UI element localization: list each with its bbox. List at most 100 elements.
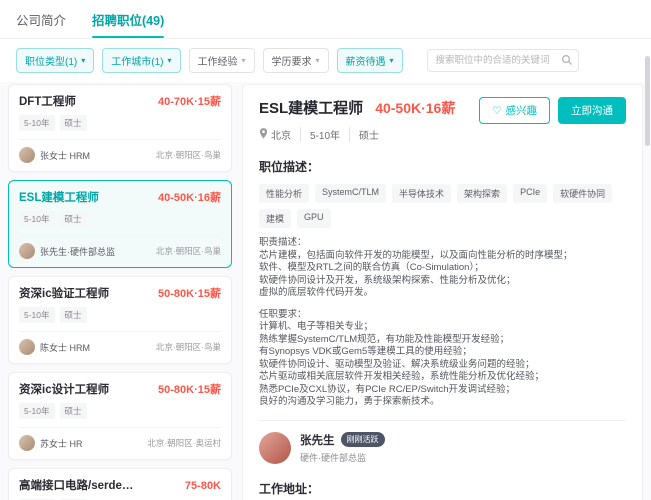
skill-tag: 性能分析 bbox=[259, 184, 309, 203]
detail-salary: 40-50K·16薪 bbox=[375, 98, 455, 118]
scrollbar-thumb[interactable] bbox=[645, 56, 650, 146]
filter-label: 学历要求 bbox=[272, 53, 312, 68]
job-location: 北京·朝阳区·鸟巢 bbox=[156, 341, 221, 353]
skill-tag: SystemC/TLM bbox=[315, 184, 386, 203]
scrollbar[interactable] bbox=[645, 36, 650, 498]
filter-label: 工作经验 bbox=[198, 53, 238, 68]
search-input[interactable] bbox=[427, 49, 579, 72]
contact-name: 张女士 HRM bbox=[40, 149, 90, 162]
job-title: 高端接口电路/serdes电路设计 bbox=[19, 477, 137, 493]
contact-name: 苏女士 HR bbox=[40, 437, 83, 450]
experience-tag: 5-10年 bbox=[19, 211, 55, 227]
degree-tag: 硕士 bbox=[60, 115, 87, 131]
job-title: 资深ic验证工程师 bbox=[19, 285, 109, 301]
job-salary: 40-70K·15薪 bbox=[158, 93, 221, 109]
avatar bbox=[19, 339, 35, 355]
filter-bar: 职位类型(1) ▾ 工作城市(1) ▾ 工作经验 ▾ 学历要求 ▾ 薪资待遇 ▾ bbox=[0, 39, 651, 82]
detail-head-left: ESL建模工程师 40-50K·16薪 北京 5-10年 硕士 bbox=[259, 97, 455, 142]
address-heading: 工作地址： bbox=[259, 480, 626, 497]
tab[interactable]: 公司简介 bbox=[16, 10, 66, 38]
content-area: DFT工程师 40-70K·15薪 5-10年 硕士 张女士 HRM 北京·朝阳… bbox=[0, 82, 651, 500]
page-title: ESL建模工程师 bbox=[259, 97, 363, 118]
chevron-down-icon: ▾ bbox=[316, 56, 320, 65]
recruiter-title: 硬件·硬件部总监 bbox=[300, 451, 385, 464]
job-card-footer: 张先生·硬件部总监 北京·朝阳区·鸟巢 bbox=[19, 235, 221, 259]
detail-meta: 北京 5-10年 硕士 bbox=[259, 127, 455, 142]
skill-tag: 架构探索 bbox=[457, 184, 507, 203]
description-line: 芯片驱动或相关底层软件开发相关经验，系统性能分析及优化经验； bbox=[259, 371, 626, 384]
job-card-tags: 5-10年 硕士 bbox=[19, 115, 221, 131]
job-detail-panel: ESL建模工程师 40-50K·16薪 北京 5-10年 硕士 ♡ bbox=[242, 84, 643, 500]
job-card[interactable]: 资深ic验证工程师 50-80K·15薪 5-10年 硕士 陈女士 HRM 北京… bbox=[8, 276, 232, 364]
interest-button[interactable]: ♡ 感兴趣 bbox=[479, 97, 550, 124]
skill-tag: PCIe bbox=[513, 184, 547, 203]
chat-button[interactable]: 立即沟通 bbox=[558, 97, 626, 124]
job-card-tags: 5-10年 硕士 bbox=[19, 403, 221, 419]
description-line: 熟悉PCIe及CXL协议，有PCIe RC/EP/Switch开发调试经验； bbox=[259, 384, 626, 397]
job-card-header: 高端接口电路/serdes电路设计 75-80K bbox=[19, 477, 221, 493]
avatar bbox=[19, 147, 35, 163]
avatar bbox=[19, 435, 35, 451]
job-card-header: DFT工程师 40-70K·15薪 bbox=[19, 93, 221, 109]
location-pin-icon bbox=[259, 128, 268, 142]
chevron-down-icon: ▾ bbox=[81, 56, 85, 65]
filter-dropdown[interactable]: 工作经验 ▾ bbox=[189, 48, 255, 73]
description-line: 良好的沟通及学习能力，勇于探索新技术。 bbox=[259, 396, 626, 409]
heart-icon: ♡ bbox=[492, 105, 501, 117]
description-line: 熟练掌握SystemC/TLM规范，有功能及性能模型开发经验； bbox=[259, 334, 626, 347]
filter-dropdown[interactable]: 薪资待遇 ▾ bbox=[337, 48, 403, 73]
description-line bbox=[259, 300, 626, 309]
filter-dropdown[interactable]: 学历要求 ▾ bbox=[263, 48, 329, 73]
job-location: 北京·朝阳区·奥运村 bbox=[147, 437, 221, 449]
job-card-header: 资深ic设计工程师 50-80K·15薪 bbox=[19, 381, 221, 397]
degree-tag: 硕士 bbox=[60, 211, 87, 227]
active-status-badge: 刚刚活跃 bbox=[341, 432, 385, 447]
filter-label: 职位类型(1) bbox=[25, 53, 77, 68]
recruiter-avatar bbox=[259, 432, 291, 464]
job-card-tags: 5-10年 硕士 bbox=[19, 211, 221, 227]
description-line: 计算机、电子等相关专业； bbox=[259, 321, 626, 334]
recruiter-row[interactable]: 张先生 刚刚活跃 硬件·硬件部总监 bbox=[259, 432, 626, 464]
job-card-footer: 张女士 HRM 北京·朝阳区·鸟巢 bbox=[19, 139, 221, 163]
interest-label: 感兴趣 bbox=[506, 103, 538, 118]
description-line: 软件、模型及RTL之间的联合仿真（Co-Simulation）； bbox=[259, 262, 626, 275]
job-card[interactable]: 高端接口电路/serdes电路设计 75-80K 5-10年 本科 饶先生·经理… bbox=[8, 468, 232, 500]
filter-label: 薪资待遇 bbox=[346, 53, 386, 68]
job-card-header: 资深ic验证工程师 50-80K·15薪 bbox=[19, 285, 221, 301]
experience-tag: 5-10年 bbox=[19, 307, 55, 323]
filter-dropdown[interactable]: 工作城市(1) ▾ bbox=[102, 48, 180, 73]
job-card-tags: 5-10年 硕士 bbox=[19, 307, 221, 323]
skill-tag: GPU bbox=[297, 209, 331, 228]
meta-degree: 硕士 bbox=[349, 127, 379, 142]
filter-dropdown[interactable]: 职位类型(1) ▾ bbox=[16, 48, 94, 73]
job-card[interactable]: ESL建模工程师 40-50K·16薪 5-10年 硕士 张先生·硬件部总监 北… bbox=[8, 180, 232, 268]
job-card[interactable]: 资深ic设计工程师 50-80K·15薪 5-10年 硕士 苏女士 HR 北京·… bbox=[8, 372, 232, 460]
chevron-down-icon: ▾ bbox=[167, 56, 171, 65]
description-line: 有Synopsys VDK或Gem5等建模工具的使用经验； bbox=[259, 346, 626, 359]
skill-tag: 软硬件协同 bbox=[553, 184, 612, 203]
search-box bbox=[427, 49, 579, 72]
description-heading: 职位描述： bbox=[259, 158, 626, 175]
divider bbox=[259, 420, 626, 421]
job-card-footer: 苏女士 HR 北京·朝阳区·奥运村 bbox=[19, 427, 221, 451]
meta-experience: 5-10年 bbox=[300, 127, 340, 142]
description-line: 芯片建模，包括面向软件开发的功能模型，以及面向性能分析的时序模型； bbox=[259, 250, 626, 263]
avatar bbox=[19, 243, 35, 259]
contact-name: 张先生·硬件部总监 bbox=[40, 245, 115, 258]
job-salary: 75-80K bbox=[185, 480, 221, 492]
degree-tag: 硕士 bbox=[60, 307, 87, 323]
skill-tag: 建模 bbox=[259, 209, 291, 228]
search-icon[interactable] bbox=[561, 53, 573, 71]
job-card[interactable]: DFT工程师 40-70K·15薪 5-10年 硕士 张女士 HRM 北京·朝阳… bbox=[8, 84, 232, 172]
job-salary: 50-80K·15薪 bbox=[158, 381, 221, 397]
tab[interactable]: 招聘职位(49) bbox=[92, 10, 164, 38]
experience-tag: 5-10年 bbox=[19, 115, 55, 131]
job-location: 北京·朝阳区·鸟巢 bbox=[156, 149, 221, 161]
job-card-header: ESL建模工程师 40-50K·16薪 bbox=[19, 189, 221, 205]
job-salary: 40-50K·16薪 bbox=[158, 189, 221, 205]
job-location: 北京·朝阳区·鸟巢 bbox=[156, 245, 221, 257]
skill-tag: 半导体技术 bbox=[392, 184, 451, 203]
description-line: 职责描述： bbox=[259, 237, 626, 250]
filter-label: 工作城市(1) bbox=[111, 53, 163, 68]
job-salary: 50-80K·15薪 bbox=[158, 285, 221, 301]
